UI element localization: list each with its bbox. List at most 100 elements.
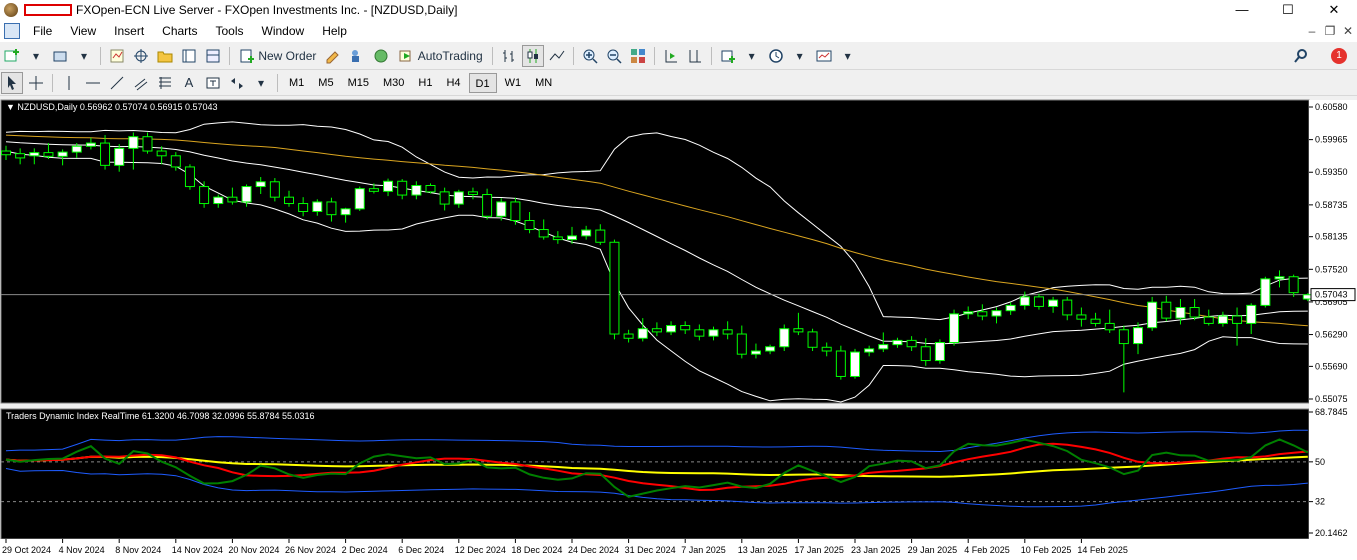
minimize-button[interactable]: —	[1219, 0, 1265, 20]
dropdown-arrow-icon[interactable]: ▾	[25, 45, 47, 67]
bull-candle	[934, 342, 945, 362]
toolbar-separator	[572, 46, 574, 65]
bull-candle	[453, 191, 464, 205]
profiles-icon[interactable]	[49, 45, 71, 67]
autotrading-button[interactable]: AutoTrading	[394, 45, 486, 67]
notification-badge: 1	[1331, 48, 1347, 64]
menu-view[interactable]: View	[61, 20, 105, 42]
price-axis-label: 0.60580	[1315, 102, 1348, 112]
bear-candle	[807, 331, 818, 348]
dropdown-arrow-icon[interactable]: ▾	[789, 45, 811, 67]
menu-bar: File View Insert Charts Tools Window Hel…	[0, 20, 1357, 42]
crosshair-navigator-icon[interactable]	[130, 45, 152, 67]
child-minimize-button[interactable]: –	[1303, 20, 1321, 42]
bull-candle	[1274, 276, 1285, 280]
bear-candle	[835, 350, 846, 377]
notifications-button[interactable]: 1	[1328, 45, 1350, 67]
timeframe-mn[interactable]: MN	[529, 73, 558, 93]
bear-candle	[651, 328, 662, 333]
dropdown-arrow-icon[interactable]: ▾	[741, 45, 763, 67]
dropdown-arrow-icon[interactable]: ▾	[73, 45, 95, 67]
menu-help[interactable]: Help	[313, 20, 356, 42]
bear-candle	[1076, 314, 1087, 320]
templates-icon[interactable]	[813, 45, 835, 67]
time-axis-label: 2 Dec 2024	[342, 545, 388, 555]
timeframe-m15[interactable]: M15	[342, 73, 375, 93]
trendline-icon[interactable]	[106, 72, 128, 94]
bull-candle	[1005, 304, 1016, 312]
new-order-button[interactable]: New Order	[235, 45, 320, 67]
auto-scroll-icon[interactable]	[660, 45, 682, 67]
text-label-icon[interactable]	[202, 72, 224, 94]
new-order-label: New Order	[258, 48, 317, 63]
bull-candle	[29, 152, 40, 157]
timeframe-w1[interactable]: W1	[499, 73, 528, 93]
text-tool-icon[interactable]: A	[178, 72, 200, 94]
menu-window[interactable]: Window	[253, 20, 314, 42]
arrows-icon[interactable]	[226, 72, 248, 94]
bear-candle	[227, 196, 238, 203]
bear-candle	[43, 152, 54, 157]
indicators-icon[interactable]	[717, 45, 739, 67]
menu-charts[interactable]: Charts	[153, 20, 206, 42]
horizontal-line-icon[interactable]	[82, 72, 104, 94]
menu-insert[interactable]: Insert	[105, 20, 153, 42]
new-chart-icon[interactable]	[1, 45, 23, 67]
signals-icon[interactable]	[346, 45, 368, 67]
timeframe-d1[interactable]: D1	[468, 72, 497, 93]
price-axis-label: 0.59350	[1315, 167, 1348, 177]
bar-chart-icon[interactable]	[498, 45, 520, 67]
zoom-out-icon[interactable]	[603, 45, 625, 67]
timeframe-h4[interactable]: H4	[440, 73, 466, 93]
bear-candle	[184, 166, 195, 188]
toolbar-separator	[653, 46, 655, 65]
line-chart-icon[interactable]	[546, 45, 568, 67]
metaeditor-icon[interactable]	[322, 45, 344, 67]
bull-candle	[779, 328, 790, 348]
chart-shift-icon[interactable]	[684, 45, 706, 67]
main-plot-area	[0, 99, 1310, 404]
bear-candle	[793, 328, 804, 333]
bear-candle	[680, 325, 691, 331]
zoom-in-icon[interactable]	[579, 45, 601, 67]
maximize-button[interactable]: ☐	[1265, 0, 1311, 20]
bear-candle	[1232, 315, 1243, 324]
chart-canvas[interactable]: ▼ NZDUSD,Daily 0.56962 0.57074 0.56915 0…	[0, 97, 1357, 560]
market-icon[interactable]	[370, 45, 392, 67]
vertical-line-icon[interactable]	[58, 72, 80, 94]
periods-clock-icon[interactable]	[765, 45, 787, 67]
bull-candle	[1048, 299, 1059, 307]
bull-candle	[255, 181, 266, 188]
menu-file[interactable]: File	[24, 20, 61, 42]
child-restore-button[interactable]: ❐	[1321, 20, 1339, 42]
app-icon	[4, 3, 18, 17]
folder-star-icon[interactable]	[154, 45, 176, 67]
timeframe-m1[interactable]: M1	[283, 73, 310, 93]
terminal-icon[interactable]	[178, 45, 200, 67]
bull-candle	[1246, 304, 1257, 324]
document-icon[interactable]	[4, 23, 20, 39]
dropdown-arrow-icon[interactable]: ▾	[837, 45, 859, 67]
timeframe-m30[interactable]: M30	[377, 73, 410, 93]
bull-candle	[411, 185, 422, 196]
close-button[interactable]: ✕	[1311, 0, 1357, 20]
child-close-button[interactable]: ✕	[1339, 20, 1357, 42]
bull-candle	[85, 142, 96, 147]
tile-windows-icon[interactable]	[627, 45, 649, 67]
timeframe-m5[interactable]: M5	[312, 73, 339, 93]
search-icon[interactable]	[1290, 45, 1312, 67]
dropdown-arrow-icon[interactable]: ▾	[250, 72, 272, 94]
timeframe-h1[interactable]: H1	[412, 73, 438, 93]
menu-tools[interactable]: Tools	[207, 20, 253, 42]
market-watch-icon[interactable]	[106, 45, 128, 67]
bear-candle	[100, 142, 111, 166]
bull-candle	[765, 346, 776, 352]
fibonacci-icon[interactable]	[154, 72, 176, 94]
bull-candle	[878, 344, 889, 350]
cursor-icon[interactable]	[1, 71, 23, 94]
candlestick-icon[interactable]	[521, 44, 544, 67]
time-axis-label: 4 Nov 2024	[59, 545, 105, 555]
equidistant-channel-icon[interactable]	[130, 72, 152, 94]
crosshair-icon[interactable]	[25, 72, 47, 94]
tester-icon[interactable]	[202, 45, 224, 67]
